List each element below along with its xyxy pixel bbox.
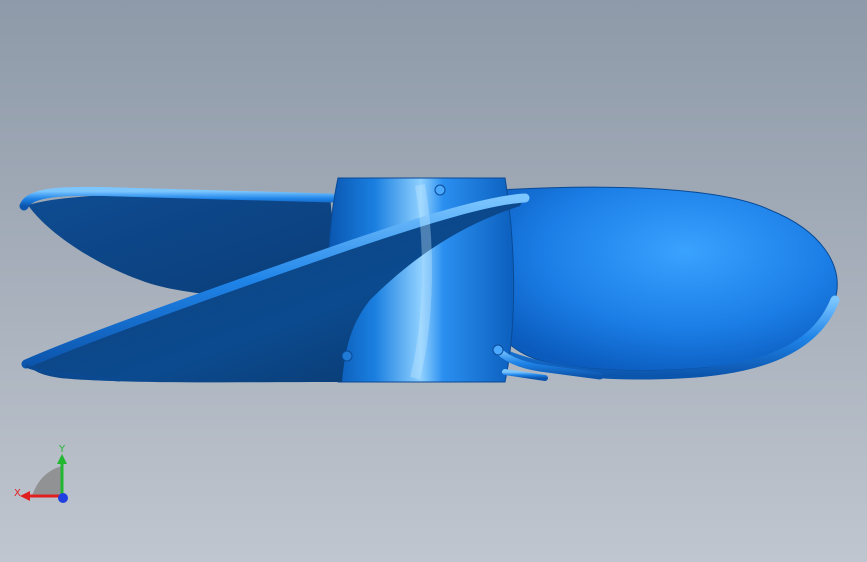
triad-plane bbox=[32, 466, 62, 496]
y-axis-arrow bbox=[57, 454, 67, 464]
x-axis-arrow bbox=[20, 491, 30, 501]
y-axis-label: Y bbox=[58, 444, 66, 455]
fitting-knob bbox=[492, 344, 504, 356]
propeller-model[interactable] bbox=[0, 0, 867, 562]
graphics-viewport[interactable]: Y X bbox=[0, 0, 867, 562]
rear-blade bbox=[499, 186, 838, 372]
bottom-fitting-2 bbox=[502, 369, 548, 381]
hub-knob-top bbox=[434, 184, 446, 196]
hub-knob-bottom bbox=[341, 350, 353, 362]
z-axis-dot bbox=[58, 493, 68, 503]
orientation-triad[interactable]: Y X bbox=[10, 438, 80, 510]
x-axis-label: X bbox=[14, 488, 21, 499]
